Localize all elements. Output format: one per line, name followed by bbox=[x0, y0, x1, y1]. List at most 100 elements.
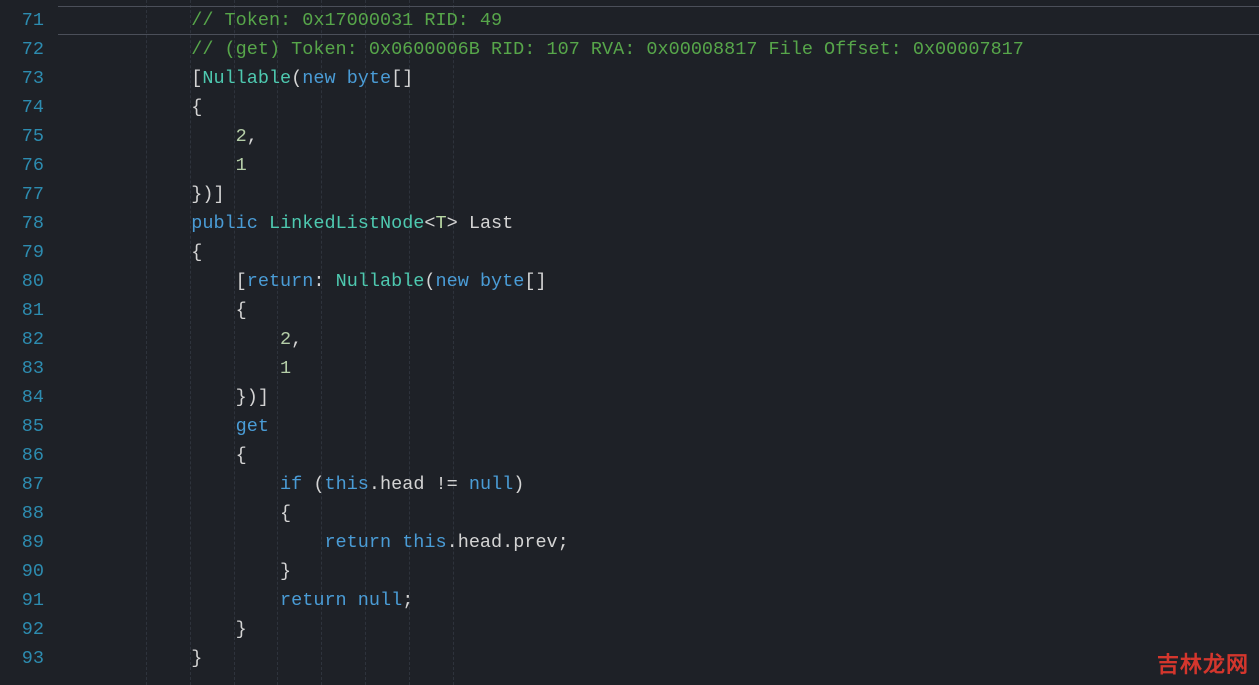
code-line[interactable]: } bbox=[58, 644, 1259, 673]
code-token bbox=[336, 68, 347, 89]
line-number: 74 bbox=[0, 93, 44, 122]
code-token: > bbox=[447, 213, 458, 234]
code-token bbox=[347, 590, 358, 611]
code-line[interactable]: // Token: 0x17000031 RID: 49 bbox=[58, 6, 1259, 35]
code-token: head bbox=[380, 474, 424, 495]
code-token: Nullable bbox=[336, 271, 425, 292]
line-number: 80 bbox=[0, 267, 44, 296]
code-line[interactable]: [Nullable(new byte[] bbox=[58, 64, 1259, 93]
watermark-text: 吉林龙网 bbox=[1157, 650, 1249, 679]
code-line[interactable]: { bbox=[58, 296, 1259, 325]
code-token: ( bbox=[291, 68, 302, 89]
code-token: // (get) Token: 0x0600006B RID: 107 RVA:… bbox=[191, 39, 1024, 60]
code-token bbox=[258, 213, 269, 234]
line-number: 89 bbox=[0, 528, 44, 557]
code-token: { bbox=[191, 97, 202, 118]
line-number: 86 bbox=[0, 441, 44, 470]
code-line[interactable]: })] bbox=[58, 383, 1259, 412]
line-number: 93 bbox=[0, 644, 44, 673]
code-token: , bbox=[291, 329, 302, 350]
code-token: public bbox=[191, 213, 258, 234]
code-token: if bbox=[280, 474, 302, 495]
code-line[interactable]: })] bbox=[58, 180, 1259, 209]
code-editor[interactable]: 7172737475767778798081828384858687888990… bbox=[0, 0, 1259, 685]
code-token: Last bbox=[469, 213, 513, 234]
code-token: 1 bbox=[236, 155, 247, 176]
code-line[interactable]: } bbox=[58, 615, 1259, 644]
code-token: head bbox=[458, 532, 502, 553]
code-token: Nullable bbox=[202, 68, 291, 89]
code-token: : bbox=[313, 271, 335, 292]
code-token: 2 bbox=[280, 329, 291, 350]
code-token: [ bbox=[191, 68, 202, 89]
code-token: { bbox=[236, 300, 247, 321]
line-number: 90 bbox=[0, 557, 44, 586]
code-token: ) bbox=[513, 474, 524, 495]
code-line[interactable]: { bbox=[58, 93, 1259, 122]
code-token: null bbox=[469, 474, 513, 495]
code-token: { bbox=[280, 503, 291, 524]
line-number: 84 bbox=[0, 383, 44, 412]
line-number: 88 bbox=[0, 499, 44, 528]
code-token: get bbox=[236, 416, 269, 437]
code-token: return bbox=[247, 271, 314, 292]
code-line[interactable]: // (get) Token: 0x0600006B RID: 107 RVA:… bbox=[58, 35, 1259, 64]
code-line[interactable]: 1 bbox=[58, 151, 1259, 180]
code-token: null bbox=[358, 590, 402, 611]
code-token: new bbox=[436, 271, 469, 292]
code-token: { bbox=[236, 445, 247, 466]
code-token: [ bbox=[236, 271, 247, 292]
code-token: new bbox=[302, 68, 335, 89]
code-token bbox=[391, 532, 402, 553]
code-token: . bbox=[502, 532, 513, 553]
code-token: . bbox=[369, 474, 380, 495]
line-number: 82 bbox=[0, 325, 44, 354]
code-line[interactable]: [return: Nullable(new byte[] bbox=[58, 267, 1259, 296]
code-line[interactable]: 2, bbox=[58, 325, 1259, 354]
code-token: LinkedListNode bbox=[269, 213, 424, 234]
code-token: } bbox=[236, 619, 247, 640]
code-area[interactable]: // Token: 0x17000031 RID: 49 // (get) To… bbox=[58, 0, 1259, 685]
line-number: 71 bbox=[0, 6, 44, 35]
code-token: byte bbox=[347, 68, 391, 89]
code-token: prev bbox=[513, 532, 557, 553]
code-token: 2 bbox=[236, 126, 247, 147]
line-number: 73 bbox=[0, 64, 44, 93]
code-token: [] bbox=[391, 68, 413, 89]
code-token: { bbox=[191, 242, 202, 263]
line-number: 76 bbox=[0, 151, 44, 180]
code-token: })] bbox=[191, 184, 224, 205]
code-token: ( bbox=[302, 474, 324, 495]
code-line[interactable]: { bbox=[58, 499, 1259, 528]
code-line[interactable]: } bbox=[58, 557, 1259, 586]
code-token: byte bbox=[480, 271, 524, 292]
code-line[interactable]: { bbox=[58, 238, 1259, 267]
code-token: return bbox=[324, 532, 391, 553]
line-number: 81 bbox=[0, 296, 44, 325]
line-number: 77 bbox=[0, 180, 44, 209]
code-token: 1 bbox=[280, 358, 291, 379]
code-line[interactable]: { bbox=[58, 441, 1259, 470]
code-token: ; bbox=[402, 590, 413, 611]
line-number: 79 bbox=[0, 238, 44, 267]
line-number: 72 bbox=[0, 35, 44, 64]
code-token bbox=[469, 271, 480, 292]
code-line[interactable]: 1 bbox=[58, 354, 1259, 383]
line-number: 85 bbox=[0, 412, 44, 441]
code-token: })] bbox=[236, 387, 269, 408]
code-line[interactable]: return this.head.prev; bbox=[58, 528, 1259, 557]
code-line[interactable]: get bbox=[58, 412, 1259, 441]
code-token: this bbox=[324, 474, 368, 495]
code-token bbox=[458, 213, 469, 234]
line-number: 92 bbox=[0, 615, 44, 644]
code-token: return bbox=[280, 590, 347, 611]
code-token: // Token: 0x17000031 RID: 49 bbox=[191, 10, 502, 31]
code-line[interactable]: return null; bbox=[58, 586, 1259, 615]
code-token: } bbox=[280, 561, 291, 582]
code-token: this bbox=[402, 532, 446, 553]
code-token: T bbox=[436, 213, 447, 234]
code-token: != bbox=[424, 474, 468, 495]
code-line[interactable]: public LinkedListNode<T> Last bbox=[58, 209, 1259, 238]
code-line[interactable]: 2, bbox=[58, 122, 1259, 151]
code-line[interactable]: if (this.head != null) bbox=[58, 470, 1259, 499]
